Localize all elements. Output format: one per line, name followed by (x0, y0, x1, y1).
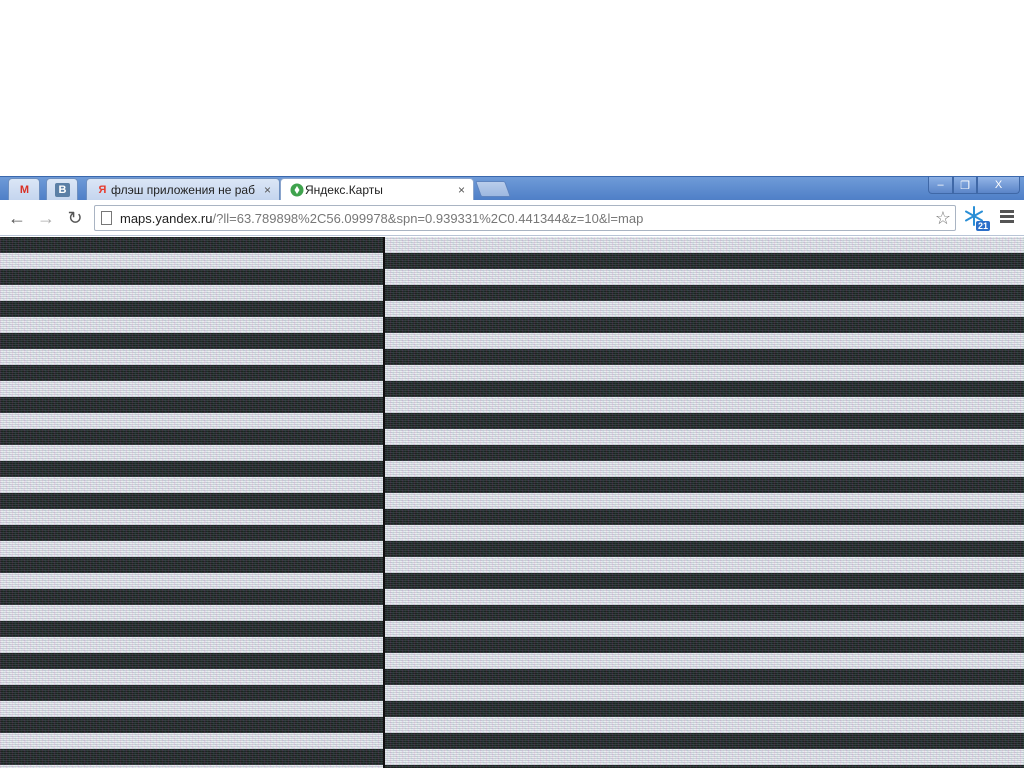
tab-vk[interactable]: В (46, 178, 78, 201)
address-bar[interactable]: maps.yandex.ru/?ll=63.789898%2C56.099978… (94, 205, 956, 231)
tab-title: Яндекс.Карты (305, 183, 383, 197)
close-window-button[interactable]: X (977, 177, 1020, 194)
render-divider (383, 237, 385, 768)
vk-icon: В (55, 183, 70, 197)
extension-badge: 21 (975, 221, 990, 231)
page-content[interactable] (0, 237, 1024, 768)
menu-icon[interactable] (997, 208, 1017, 228)
url-path: /?ll=63.789898%2C56.099978&spn=0.939331%… (212, 211, 644, 226)
tab-strip: M В Я флэш приложения не работ × Яндекс.… (0, 176, 1024, 202)
tab-gmail[interactable]: M (8, 178, 40, 201)
close-icon[interactable]: × (458, 183, 465, 197)
browser-window: M В Я флэш приложения не работ × Яндекс.… (0, 0, 1024, 768)
gmail-icon: M (19, 184, 30, 196)
close-icon[interactable]: × (264, 183, 271, 197)
url-text[interactable]: maps.yandex.ru/?ll=63.789898%2C56.099978… (120, 211, 643, 226)
corrupted-render-right (384, 237, 1024, 768)
corrupted-render-left (0, 237, 384, 768)
tab-yandex-maps[interactable]: Яндекс.Карты × (280, 178, 474, 202)
new-tab-button[interactable] (475, 181, 511, 197)
back-button[interactable]: ← (5, 206, 29, 230)
reload-button[interactable]: ↻ (63, 206, 87, 230)
yandex-icon: Я (98, 184, 107, 196)
tab-flash-apps[interactable]: Я флэш приложения не работ × (86, 178, 280, 201)
toolbar: ← → ↻ maps.yandex.ru/?ll=63.789898%2C56.… (0, 200, 1024, 236)
yandex-maps-icon (289, 183, 304, 197)
extension-snowflake-icon[interactable]: 21 (964, 206, 990, 232)
bookmark-star-icon[interactable]: ☆ (935, 208, 951, 228)
tab-title: флэш приложения не работ (111, 183, 255, 197)
page-icon (101, 211, 112, 225)
minimize-button[interactable]: – (928, 177, 953, 194)
maximize-button[interactable]: ❐ (953, 177, 977, 194)
forward-button[interactable]: → (34, 206, 58, 230)
url-host: maps.yandex.ru (120, 211, 213, 226)
